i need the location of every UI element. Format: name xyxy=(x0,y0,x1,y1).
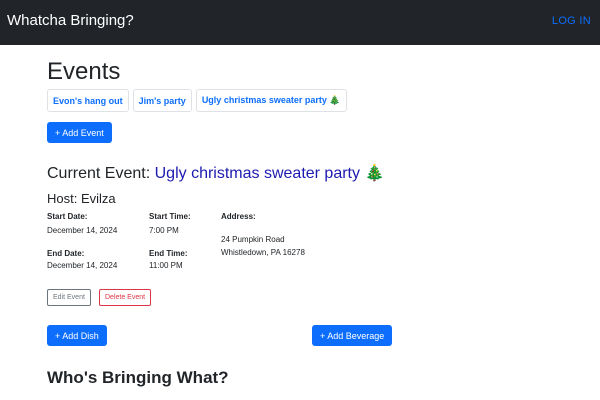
start-date-label: Start Date: xyxy=(47,212,88,221)
top-navbar: Whatcha Bringing? LOG IN xyxy=(0,0,600,45)
start-date-value: December 14, 2024 xyxy=(47,226,118,235)
event-tab-jims-party[interactable]: Jim's party xyxy=(132,89,192,112)
start-time-label: Start Time: xyxy=(149,212,191,221)
end-time-label: End Time: xyxy=(149,249,188,258)
end-date-label: End Date: xyxy=(47,249,85,258)
end-time-value: 11:00 PM xyxy=(149,261,183,270)
address-line-2: Whistledown, PA 16278 xyxy=(221,248,305,257)
delete-event-button[interactable]: Delete Event xyxy=(99,289,152,306)
start-time-value: 7:00 PM xyxy=(149,226,179,235)
address-line-1: 24 Pumpkin Road xyxy=(221,235,285,244)
app-brand[interactable]: Whatcha Bringing? xyxy=(7,12,134,29)
event-tabs: Evon's hang out Jim's party Ugly christm… xyxy=(47,89,347,112)
add-event-button[interactable]: + Add Event xyxy=(47,122,112,143)
edit-event-button[interactable]: Edit Event xyxy=(47,289,91,306)
add-dish-button[interactable]: + Add Dish xyxy=(47,325,107,346)
event-host: Host: Evilza xyxy=(47,191,116,206)
login-link[interactable]: LOG IN xyxy=(552,15,591,27)
current-event-name: Ugly christmas sweater party 🎄 xyxy=(154,165,385,182)
address-label: Address: xyxy=(221,212,256,221)
event-tab-ugly-christmas-sweater-party[interactable]: Ugly christmas sweater party 🎄 xyxy=(195,89,347,112)
event-tab-evons-hang-out[interactable]: Evon's hang out xyxy=(47,89,129,112)
current-event-heading: Current Event: Ugly christmas sweater pa… xyxy=(47,163,384,183)
add-beverage-button[interactable]: + Add Beverage xyxy=(312,325,392,346)
whos-bringing-heading: Who's Bringing What? xyxy=(47,368,229,387)
events-heading: Events xyxy=(47,58,121,85)
end-date-value: December 14, 2024 xyxy=(47,261,118,270)
current-event-prefix: Current Event: xyxy=(47,165,155,182)
